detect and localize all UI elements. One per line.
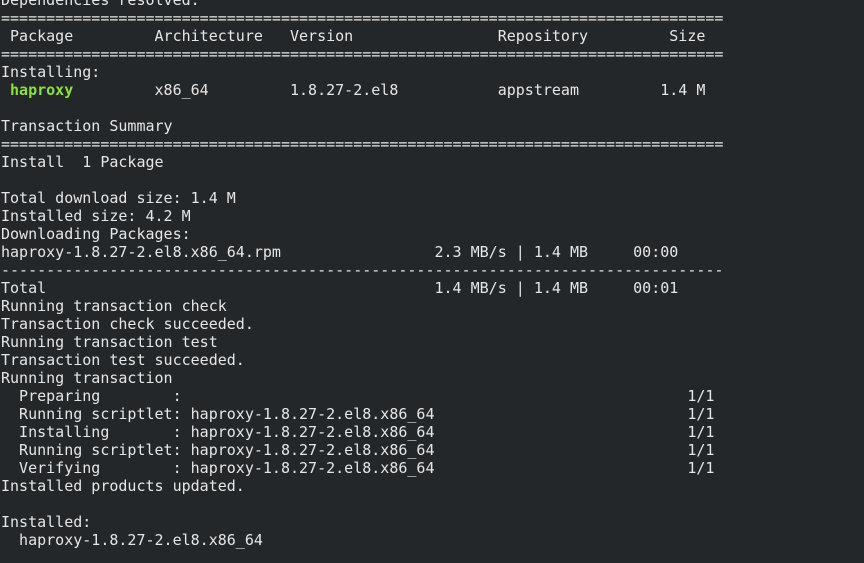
separator-line: ========================================… (1, 9, 724, 27)
output-line: Running transaction (1, 369, 173, 387)
download-progress-line: haproxy-1.8.27-2.el8.x86_64.rpm 2.3 MB/s… (1, 243, 679, 261)
section-heading: Transaction Summary (1, 117, 173, 135)
output-line: Transaction check succeeded. (1, 315, 254, 333)
package-row-details: x86_64 1.8.27-2.el8 appstream 1.4 M (73, 81, 706, 99)
transaction-step-line: Preparing : 1/1 (1, 387, 715, 405)
output-line: Install 1 Package (1, 153, 164, 171)
package-row-lead (1, 81, 10, 99)
section-heading: Installing: (1, 63, 101, 81)
transaction-step-line: Running scriptlet: haproxy-1.8.27-2.el8.… (1, 405, 715, 423)
output-line: Installed size: 4.2 M (1, 207, 191, 225)
transaction-step-line: Verifying : haproxy-1.8.27-2.el8.x86_64 … (1, 459, 715, 477)
table-header: Package Architecture Version Repository … (1, 27, 706, 45)
terminal-output: Dependencies resolved. =================… (1, 0, 863, 549)
output-line: Total download size: 1.4 M (1, 189, 236, 207)
output-line: Dependencies resolved. (1, 0, 200, 9)
terminal-window[interactable]: Dependencies resolved. =================… (0, 0, 864, 563)
separator-line: ========================================… (1, 135, 724, 153)
output-line: Running transaction test (1, 333, 218, 351)
transaction-step-line: Running scriptlet: haproxy-1.8.27-2.el8.… (1, 441, 715, 459)
installed-package-line: haproxy-1.8.27-2.el8.x86_64 (1, 531, 263, 549)
dashed-separator-line: ----------------------------------------… (1, 261, 724, 279)
download-total-line: Total 1.4 MB/s | 1.4 MB 00:01 (1, 279, 679, 297)
output-line: Transaction test succeeded. (1, 351, 245, 369)
section-heading: Installed: (1, 513, 92, 531)
separator-line: ========================================… (1, 45, 724, 63)
transaction-step-line: Installing : haproxy-1.8.27-2.el8.x86_64… (1, 423, 715, 441)
output-line: Installed products updated. (1, 477, 245, 495)
package-name: haproxy (10, 81, 74, 99)
package-row: haproxy x86_64 1.8.27-2.el8 appstream 1.… (1, 81, 863, 99)
output-line: Downloading Packages: (1, 225, 191, 243)
output-line: Running transaction check (1, 297, 227, 315)
